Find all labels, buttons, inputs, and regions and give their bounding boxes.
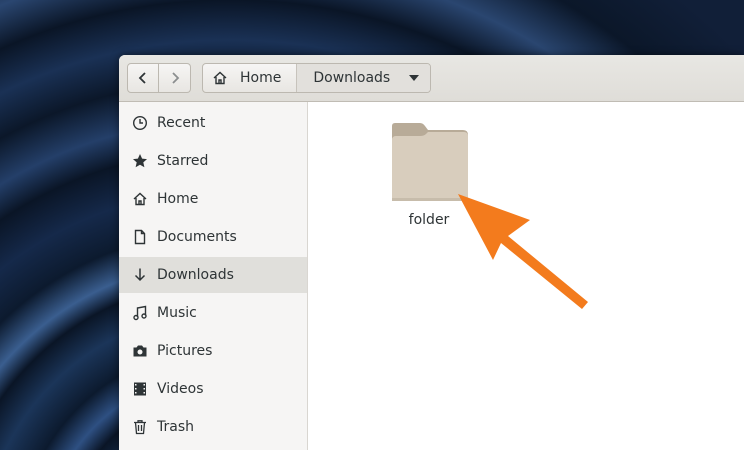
chevron-right-icon xyxy=(171,72,179,84)
sidebar-item-documents[interactable]: Documents xyxy=(119,219,307,255)
sidebar-item-trash[interactable]: Trash xyxy=(119,409,307,445)
path-crumb-label: Home xyxy=(240,70,282,86)
star-icon xyxy=(132,153,148,169)
document-icon xyxy=(132,229,148,245)
forward-button[interactable] xyxy=(159,63,191,93)
home-icon xyxy=(213,71,227,85)
sidebar-item-pictures[interactable]: Pictures xyxy=(119,333,307,369)
file-item-label: folder xyxy=(408,212,450,228)
film-icon xyxy=(132,381,148,397)
path-crumb-downloads[interactable]: Downloads xyxy=(297,64,431,92)
folder-icon xyxy=(392,123,468,201)
sidebar-item-label: Music xyxy=(157,305,197,321)
chevron-left-icon xyxy=(138,72,146,84)
file-item-folder[interactable]: folder xyxy=(390,122,468,234)
file-manager-window: Home Downloads Recent Starred Home Docum… xyxy=(119,55,744,450)
path-crumb-label: Downloads xyxy=(313,70,391,86)
music-icon xyxy=(132,305,148,321)
clock-icon xyxy=(132,115,148,131)
sidebar-item-music[interactable]: Music xyxy=(119,295,307,331)
sidebar-item-recent[interactable]: Recent xyxy=(119,105,307,141)
sidebar-item-videos[interactable]: Videos xyxy=(119,371,307,407)
sidebar-item-starred[interactable]: Starred xyxy=(119,143,307,179)
download-icon xyxy=(132,267,148,283)
sidebar-item-label: Pictures xyxy=(157,343,213,359)
sidebar: Recent Starred Home Documents Downloads … xyxy=(119,102,308,450)
trash-icon xyxy=(132,419,148,435)
sidebar-item-home[interactable]: Home xyxy=(119,181,307,217)
path-crumb-home[interactable]: Home xyxy=(203,64,298,92)
home-icon xyxy=(132,191,148,207)
camera-icon xyxy=(132,343,148,359)
sidebar-item-label: Videos xyxy=(157,381,204,397)
sidebar-item-label: Downloads xyxy=(157,267,234,283)
sidebar-item-label: Recent xyxy=(157,115,206,131)
path-bar: Home Downloads xyxy=(202,63,432,93)
header-bar: Home Downloads xyxy=(119,55,744,102)
caret-down-icon[interactable] xyxy=(408,74,420,82)
sidebar-item-label: Documents xyxy=(157,229,237,245)
sidebar-item-downloads[interactable]: Downloads xyxy=(119,257,307,293)
back-button[interactable] xyxy=(127,63,159,93)
sidebar-item-label: Home xyxy=(157,191,199,207)
file-view: folder xyxy=(308,102,744,450)
sidebar-item-label: Trash xyxy=(157,419,194,435)
sidebar-item-label: Starred xyxy=(157,153,209,169)
